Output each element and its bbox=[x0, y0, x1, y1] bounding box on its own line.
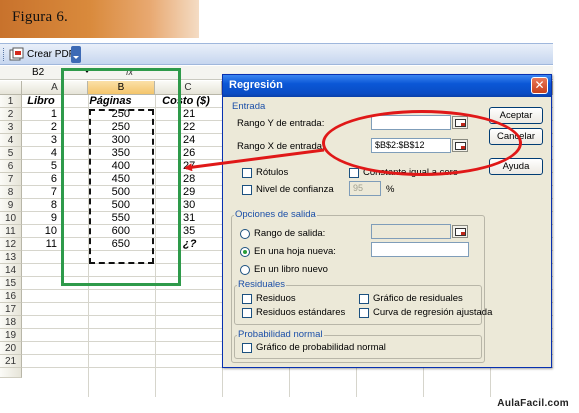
cell-a[interactable]: 5 bbox=[22, 160, 57, 173]
screenshot-root: Figura 6. Crear PDF B2 fx A B C 1 2 3 4 … bbox=[0, 0, 579, 413]
close-icon[interactable]: ✕ bbox=[531, 77, 548, 94]
cell-c[interactable]: 29 bbox=[183, 186, 213, 199]
cell-a[interactable]: 7 bbox=[22, 186, 57, 199]
libro-nuevo-label: En un libro nuevo bbox=[254, 264, 328, 275]
annotation-ellipse bbox=[322, 110, 522, 176]
probabilidad-normal-label: Probabilidad normal bbox=[237, 329, 324, 340]
cell-c[interactable]: 35 bbox=[183, 225, 213, 238]
grafico-probabilidad-checkbox[interactable] bbox=[242, 343, 252, 353]
rango-salida-label: Rango de salida: bbox=[254, 228, 326, 239]
rango-x-label: Rango X de entrada: bbox=[237, 141, 325, 152]
grafico-probabilidad-label: Gráfico de probabilidad normal bbox=[256, 342, 386, 353]
cell-c[interactable]: 27 bbox=[183, 160, 213, 173]
cell-c[interactable]: 24 bbox=[183, 134, 213, 147]
nivel-confianza-checkbox[interactable] bbox=[242, 185, 252, 195]
grafico-residuales-checkbox[interactable] bbox=[359, 294, 369, 304]
excel-toolbar: Crear PDF bbox=[0, 43, 553, 65]
chevron-down-icon bbox=[73, 56, 79, 59]
row-header[interactable]: 6 bbox=[0, 160, 22, 173]
row-header[interactable]: 5 bbox=[0, 147, 22, 160]
residuos-checkbox[interactable] bbox=[242, 294, 252, 304]
row-header[interactable]: 7 bbox=[0, 173, 22, 186]
row-header[interactable]: 9 bbox=[0, 199, 22, 212]
nivel-confianza-input[interactable]: 95 bbox=[349, 181, 381, 196]
cell-a[interactable]: 10 bbox=[22, 225, 57, 238]
percent-sign: % bbox=[386, 184, 395, 195]
toolbar-options-button[interactable] bbox=[71, 46, 81, 63]
row-header[interactable]: 16 bbox=[0, 290, 22, 303]
cell-a[interactable]: 9 bbox=[22, 212, 57, 225]
cell-c[interactable]: 21 bbox=[183, 108, 213, 121]
cell-c[interactable]: 30 bbox=[183, 199, 213, 212]
row-header[interactable]: 1 bbox=[0, 95, 22, 108]
cell-c-unknown[interactable]: ¿? bbox=[183, 238, 213, 251]
cell-a[interactable]: 4 bbox=[22, 147, 57, 160]
rango-salida-radio[interactable] bbox=[240, 229, 250, 239]
pdf-icon bbox=[9, 47, 24, 61]
curva-regresion-label: Curva de regresión ajustada bbox=[373, 307, 493, 318]
curva-regresion-checkbox[interactable] bbox=[359, 308, 369, 318]
footer-bar bbox=[0, 397, 579, 413]
figure-banner: Figura 6. bbox=[0, 0, 199, 38]
selection-marquee bbox=[89, 109, 154, 264]
row-header-partial bbox=[0, 368, 22, 378]
nivel-confianza-label: Nivel de confianza bbox=[256, 184, 334, 195]
row-header[interactable]: 10 bbox=[0, 212, 22, 225]
hoja-nueva-input[interactable] bbox=[371, 242, 469, 257]
header-libro[interactable]: Libro bbox=[22, 95, 60, 108]
hoja-nueva-radio[interactable] bbox=[240, 247, 250, 257]
crear-pdf-button[interactable]: Crear PDF bbox=[9, 46, 79, 63]
cell-a[interactable]: 6 bbox=[22, 173, 57, 186]
name-box[interactable]: B2 bbox=[18, 66, 62, 79]
row-header[interactable]: 14 bbox=[0, 264, 22, 277]
constante-cero-checkbox[interactable] bbox=[349, 168, 359, 178]
toolbar-grip[interactable] bbox=[3, 48, 6, 61]
row-header[interactable]: 12 bbox=[0, 238, 22, 251]
cell-a[interactable]: 8 bbox=[22, 199, 57, 212]
row-header[interactable]: 19 bbox=[0, 329, 22, 342]
row-header[interactable]: 20 bbox=[0, 342, 22, 355]
row-header[interactable]: 3 bbox=[0, 121, 22, 134]
cell-c[interactable]: 28 bbox=[183, 173, 213, 186]
cell-c[interactable]: 31 bbox=[183, 212, 213, 225]
row-header[interactable]: 13 bbox=[0, 251, 22, 264]
dialog-titlebar[interactable]: Regresión ✕ bbox=[223, 75, 551, 97]
opciones-salida-label: Opciones de salida bbox=[234, 209, 317, 220]
residuos-label: Residuos bbox=[256, 293, 296, 304]
row-header[interactable]: 17 bbox=[0, 303, 22, 316]
crear-pdf-label: Crear PDF bbox=[27, 49, 75, 60]
residuales-group bbox=[234, 285, 482, 325]
rango-salida-input[interactable] bbox=[371, 224, 451, 239]
row-header[interactable]: 21 bbox=[0, 355, 22, 368]
range-picker-icon[interactable] bbox=[452, 225, 468, 238]
hoja-nueva-label: En una hoja nueva: bbox=[254, 246, 336, 257]
residuales-label: Residuales bbox=[237, 279, 286, 290]
rotulos-checkbox[interactable] bbox=[242, 168, 252, 178]
row-header[interactable]: 8 bbox=[0, 186, 22, 199]
row-header[interactable]: 4 bbox=[0, 134, 22, 147]
libro-nuevo-radio[interactable] bbox=[240, 265, 250, 275]
select-all-corner[interactable] bbox=[0, 81, 22, 95]
row-header[interactable]: 2 bbox=[0, 108, 22, 121]
cell-c[interactable]: 26 bbox=[183, 147, 213, 160]
brand-watermark: AulaFacil.com bbox=[497, 398, 569, 409]
row-header[interactable]: 18 bbox=[0, 316, 22, 329]
cell-a[interactable]: 1 bbox=[22, 108, 57, 121]
figure-title: Figura 6. bbox=[12, 9, 68, 25]
rotulos-label: Rótulos bbox=[256, 167, 289, 178]
residuos-estandares-label: Residuos estándares bbox=[256, 307, 346, 318]
cell-a[interactable]: 11 bbox=[22, 238, 57, 251]
rango-y-label: Rango Y de entrada: bbox=[237, 118, 325, 129]
dialog-title: Regresión bbox=[229, 79, 283, 91]
cell-a[interactable]: 3 bbox=[22, 134, 57, 147]
cell-c[interactable]: 22 bbox=[183, 121, 213, 134]
entrada-label: Entrada bbox=[232, 101, 266, 112]
row-header[interactable]: 11 bbox=[0, 225, 22, 238]
row-header[interactable]: 15 bbox=[0, 277, 22, 290]
residuos-estandares-checkbox[interactable] bbox=[242, 308, 252, 318]
grafico-residuales-label: Gráfico de residuales bbox=[373, 293, 463, 304]
cell-a[interactable]: 2 bbox=[22, 121, 57, 134]
